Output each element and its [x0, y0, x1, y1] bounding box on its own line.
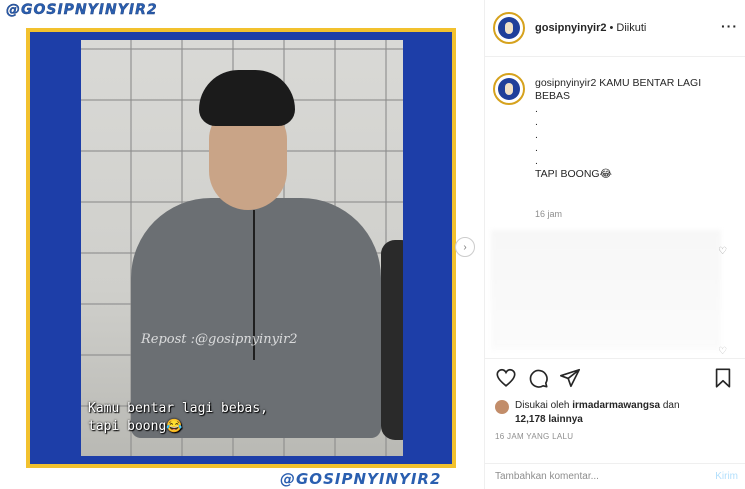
caption-line: .	[535, 155, 538, 167]
video-still: Repost :@gosipnyinyir2 Kamu bentar lagi …	[81, 40, 403, 456]
watermark-bottom: @GOSIPNYINYIR2	[280, 470, 442, 488]
post-sidebar: gosipnyinyir2 • Diikuti ··· gosipnyinyir…	[484, 0, 745, 489]
post-media[interactable]: @GOSIPNYINYIR2 Repost :@gosipnyinyir2 Ka…	[0, 0, 484, 489]
caption-line: .	[535, 129, 538, 141]
likes-count[interactable]: 12,178 lainnya	[515, 414, 583, 425]
heart-icon[interactable]	[495, 367, 517, 389]
caption-username[interactable]: gosipnyinyir2	[535, 77, 596, 89]
liked-by-prefix: Disukai oleh	[515, 400, 570, 411]
caption-line: KAMU BENTAR LAGI	[599, 77, 702, 89]
bookmark-icon[interactable]	[712, 367, 734, 389]
share-icon[interactable]	[559, 367, 581, 389]
likes-summary: Disukai oleh irmadarmawangsa dan 12,178 …	[495, 399, 736, 427]
chevron-right-icon: ›	[463, 241, 467, 253]
image-caption-line2: tapi boong😂	[88, 419, 183, 434]
add-comment-bar: Kirim	[485, 463, 745, 489]
side-arm	[381, 240, 403, 440]
person-figure	[121, 70, 403, 456]
caption-avatar[interactable]	[493, 73, 525, 105]
author-avatar[interactable]	[493, 12, 525, 44]
hair	[199, 70, 295, 126]
author-username[interactable]: gosipnyinyir2	[535, 22, 607, 34]
next-media-button[interactable]: ›	[455, 237, 475, 257]
blurred-comments	[491, 230, 721, 350]
watermark-top: @GOSIPNYINYIR2	[6, 2, 158, 18]
liker-avatar[interactable]	[495, 400, 509, 414]
posted-ago[interactable]: 16 JAM YANG LALU	[495, 432, 736, 441]
comment-input[interactable]	[495, 471, 716, 482]
repost-watermark: Repost :@gosipnyinyir2	[141, 332, 298, 347]
image-caption: Kamu bentar lagi bebas, tapi boong😂	[88, 400, 268, 436]
caption-line: .	[535, 142, 538, 154]
caption-line: .	[535, 116, 538, 128]
more-options-icon[interactable]: ···	[721, 18, 738, 34]
caption-time[interactable]: 16 jam	[535, 209, 562, 219]
caption-text: gosipnyinyir2 KAMU BENTAR LAGI BEBAS . .…	[535, 77, 735, 181]
post-header: gosipnyinyir2 • Diikuti ···	[485, 0, 745, 57]
likes-and: dan	[662, 400, 680, 411]
follow-status[interactable]: Diikuti	[616, 22, 646, 34]
post-actions: Disukai oleh irmadarmawangsa dan 12,178 …	[485, 358, 745, 463]
caption-line: BEBAS	[535, 90, 571, 102]
comment-like-icon[interactable]: ♡	[718, 246, 727, 257]
media-frame: Repost :@gosipnyinyir2 Kamu bentar lagi …	[26, 28, 456, 468]
send-comment-button[interactable]: Kirim	[715, 471, 738, 482]
separator-dot: •	[609, 22, 614, 34]
caption-line: TAPI BOONG😂	[535, 168, 612, 180]
image-caption-line1: Kamu bentar lagi bebas,	[88, 401, 269, 416]
liker-username[interactable]: irmadarmawangsa	[572, 400, 660, 411]
comment-like-icon[interactable]: ♡	[718, 346, 727, 357]
comment-icon[interactable]	[527, 367, 549, 389]
caption-line: .	[535, 103, 538, 115]
